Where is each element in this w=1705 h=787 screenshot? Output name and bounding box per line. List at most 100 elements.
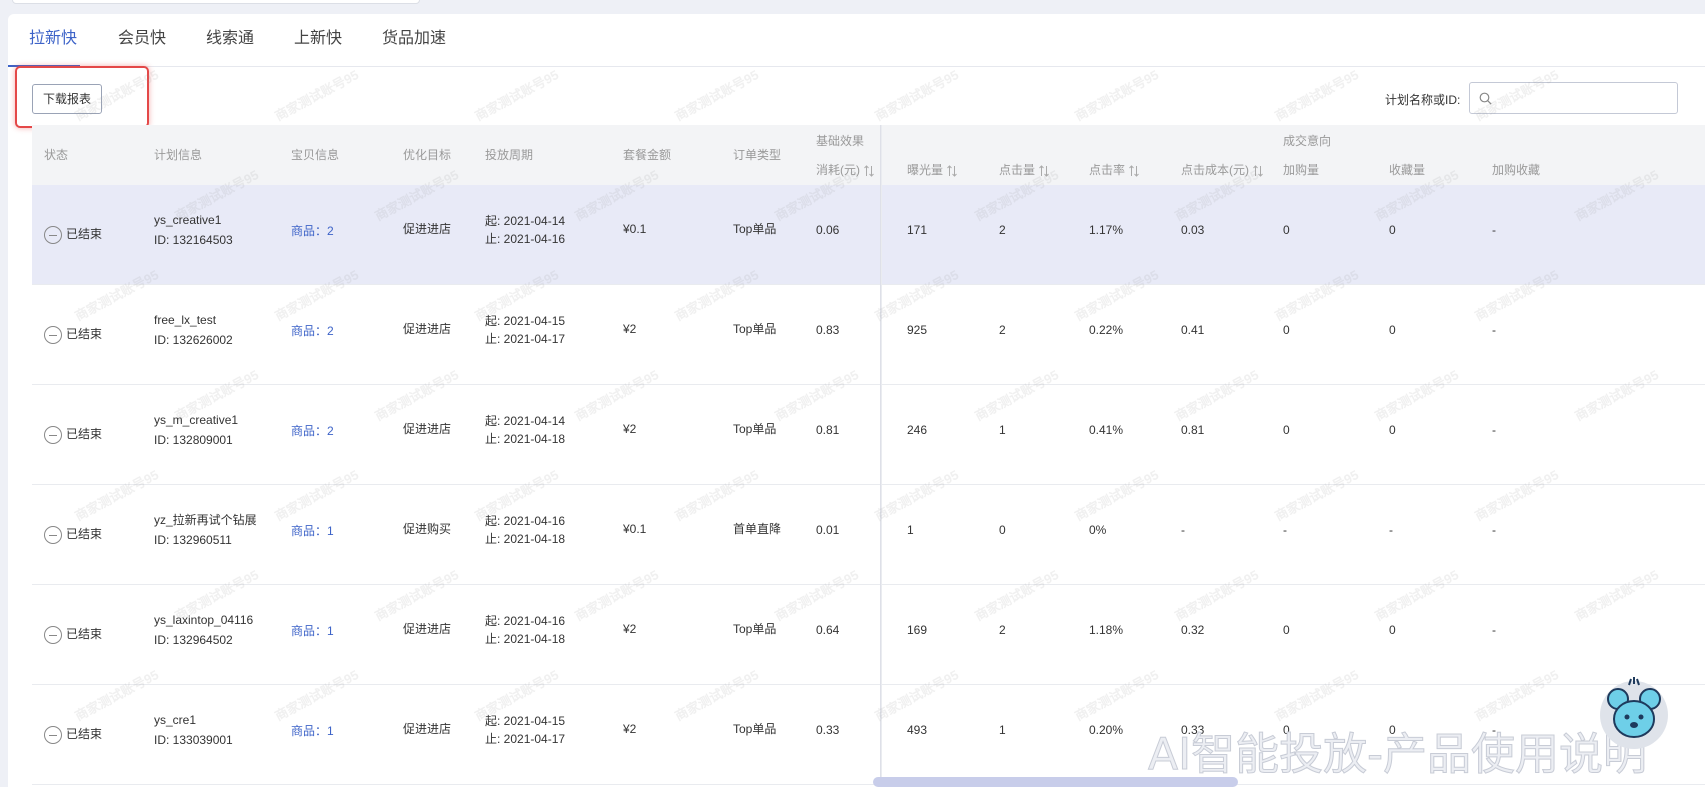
cart: 0 <box>1283 223 1290 237</box>
item-link[interactable]: 商品：2 <box>291 321 334 341</box>
col-cost[interactable]: 消耗(元) <box>816 162 874 178</box>
status-text: 已结束 <box>66 427 103 441</box>
status-text: 已结束 <box>66 227 103 241</box>
order-type: 首单直降 <box>733 522 782 536</box>
fav: - <box>1389 523 1393 537</box>
impressions: 493 <box>907 723 928 737</box>
period-start: 起: 2021-04-15 <box>485 714 566 728</box>
item-link[interactable]: 商品：2 <box>291 421 334 441</box>
table-row[interactable]: 已结束 ys_laxintop_04116 ID: 132964502 商品：1… <box>32 585 1705 685</box>
item-link[interactable]: 商品：1 <box>291 521 334 541</box>
amount: ¥2 <box>623 722 637 736</box>
tab-shangxin[interactable]: 上新快 <box>294 14 342 67</box>
col-cpc[interactable]: 点击成本(元) <box>1181 162 1263 178</box>
plan-id: ID: 133039001 <box>154 733 233 747</box>
cart: 0 <box>1283 623 1290 637</box>
col-group-deal: 成交意向 <box>1283 134 1332 148</box>
cartfav: - <box>1492 523 1496 537</box>
order-type: Top单品 <box>733 722 777 736</box>
period-end: 止: 2021-04-18 <box>485 432 566 446</box>
col-group-basic: 基础效果 <box>816 134 865 148</box>
cart: 0 <box>1283 423 1290 437</box>
sort-icon[interactable] <box>947 165 957 177</box>
plan-name: yz_拉新再试个钻展 <box>154 513 257 527</box>
search-input[interactable] <box>1496 84 1674 112</box>
tab-laxin[interactable]: 拉新快 <box>29 14 77 67</box>
order-type: Top单品 <box>733 622 777 636</box>
goal: 促进进店 <box>403 422 452 436</box>
col-item: 宝贝信息 <box>291 148 340 162</box>
period-end: 止: 2021-04-18 <box>485 532 566 546</box>
col-ctr[interactable]: 点击率 <box>1089 162 1139 178</box>
cost: 0.01 <box>816 523 840 537</box>
ended-status-icon <box>44 326 62 344</box>
col-impressions[interactable]: 曝光量 <box>907 162 957 178</box>
search-field[interactable] <box>1469 82 1678 114</box>
sort-icon[interactable] <box>864 165 874 177</box>
sort-icon[interactable] <box>1253 165 1263 177</box>
table-row[interactable]: 已结束 free_lx_test ID: 132626002 商品：2 促进进店… <box>32 285 1705 385</box>
impressions: 246 <box>907 423 928 437</box>
cpc: 0.32 <box>1181 623 1205 637</box>
plan-name: free_lx_test <box>154 313 217 327</box>
col-order-type: 订单类型 <box>733 148 782 162</box>
plan-name: ys_m_creative1 <box>154 413 239 427</box>
item-link[interactable]: 商品：1 <box>291 621 334 641</box>
amount: ¥0.1 <box>623 222 647 236</box>
col-clicks[interactable]: 点击量 <box>999 162 1049 178</box>
cart: 0 <box>1283 323 1290 337</box>
period-start: 起: 2021-04-16 <box>485 614 566 628</box>
clicks: 0 <box>999 523 1006 537</box>
tab-bar: 拉新快 会员快 线索通 上新快 货品加速 <box>8 14 1705 67</box>
goal: 促进购买 <box>403 522 452 536</box>
table-row[interactable]: 已结束 ys_m_creative1 ID: 132809001 商品：2 促进… <box>32 385 1705 485</box>
report-card: 拉新快 会员快 线索通 上新快 货品加速 下载报表 计划名称或ID: 状态 计划… <box>8 14 1705 787</box>
amount: ¥2 <box>623 322 637 336</box>
impressions: 1 <box>907 523 914 537</box>
top-strip <box>0 0 1705 14</box>
cart: - <box>1283 523 1287 537</box>
plan-name: ys_creative1 <box>154 213 222 227</box>
period-end: 止: 2021-04-17 <box>485 332 566 346</box>
tab-huiyuan[interactable]: 会员快 <box>118 14 166 67</box>
fav: 0 <box>1389 223 1396 237</box>
item-link[interactable]: 商品：1 <box>291 721 334 741</box>
sort-icon[interactable] <box>1039 165 1049 177</box>
period-end: 止: 2021-04-16 <box>485 232 566 246</box>
impressions: 169 <box>907 623 928 637</box>
ctr: 1.17% <box>1089 223 1124 237</box>
cpc: 0.81 <box>1181 423 1205 437</box>
table-row[interactable]: 已结束 ys_creative1 ID: 132164503 商品：2 促进进店… <box>32 185 1705 285</box>
plan-name: ys_laxintop_04116 <box>154 613 254 627</box>
order-type: Top单品 <box>733 222 777 236</box>
table-row[interactable]: 已结束 yz_拉新再试个钻展 ID: 132960511 商品：1 促进购买 起… <box>32 485 1705 585</box>
col-ctr-label: 点击率 <box>1089 163 1126 177</box>
col-impressions-label: 曝光量 <box>907 163 944 177</box>
cpc: - <box>1181 523 1185 537</box>
impressions: 925 <box>907 323 928 337</box>
ctr: 0% <box>1089 523 1107 537</box>
clicks: 2 <box>999 623 1006 637</box>
period-start: 起: 2021-04-15 <box>485 314 566 328</box>
plan-id: ID: 132626002 <box>154 333 233 347</box>
goal: 促进进店 <box>403 322 452 336</box>
ended-status-icon <box>44 526 62 544</box>
fav: 0 <box>1389 323 1396 337</box>
ended-status-icon <box>44 226 62 244</box>
clicks: 1 <box>999 423 1006 437</box>
download-report-button[interactable]: 下载报表 <box>32 84 102 114</box>
item-link[interactable]: 商品：2 <box>291 221 334 241</box>
cartfav: - <box>1492 623 1496 637</box>
fav: 0 <box>1389 423 1396 437</box>
tab-huopin[interactable]: 货品加速 <box>382 14 446 67</box>
assistant-mascot-icon[interactable] <box>1596 675 1672 751</box>
cost: 0.64 <box>816 623 840 637</box>
tab-xiansuo[interactable]: 线索通 <box>206 14 254 67</box>
cpc: 0.41 <box>1181 323 1205 337</box>
sort-icon[interactable] <box>1129 165 1139 177</box>
plan-id: ID: 132164503 <box>154 233 233 247</box>
col-cartfav: 加购收藏 <box>1492 163 1541 177</box>
goal: 促进进店 <box>403 622 452 636</box>
search-icon <box>1479 92 1492 105</box>
fav: 0 <box>1389 623 1396 637</box>
